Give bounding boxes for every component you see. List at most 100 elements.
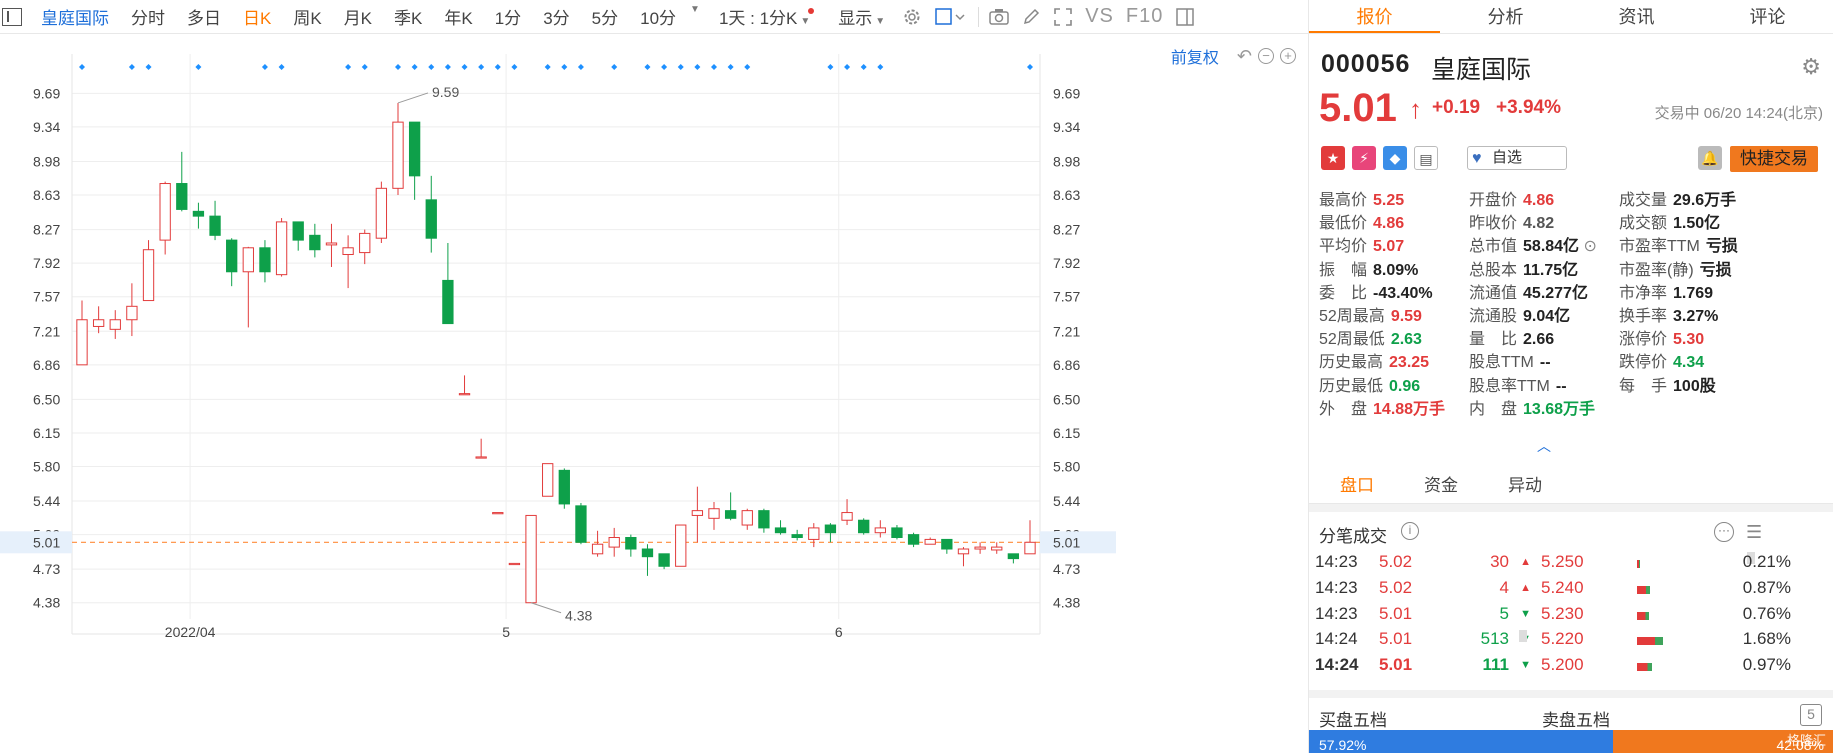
candle[interactable] [708,502,720,530]
adjust-mode-button[interactable]: 前复权 [1171,44,1219,68]
candle[interactable] [575,502,587,545]
more-icon[interactable]: ⊙ [1579,238,1597,255]
candle[interactable] [525,514,537,604]
candle[interactable] [176,151,188,212]
candle[interactable] [159,181,171,255]
tag-icon[interactable]: ◆ [1383,146,1407,170]
period-tab[interactable]: 年K [433,4,483,29]
event-marker[interactable] [544,64,551,70]
candle[interactable] [924,537,936,545]
candle[interactable] [442,242,454,325]
event-marker[interactable] [278,64,285,70]
candle[interactable] [758,508,770,533]
candle[interactable] [808,523,820,548]
quote-tab[interactable]: 报价 [1309,0,1440,33]
candle[interactable] [126,283,138,337]
event-marker[interactable] [677,64,684,70]
detail-tab[interactable]: 盘口 [1321,468,1393,503]
event-marker[interactable] [727,64,734,70]
candle[interactable] [109,310,121,339]
period-tab[interactable]: 分时 [120,4,176,29]
event-marker[interactable] [711,64,717,70]
f10-button[interactable]: F10 [1120,5,1169,28]
event-marker[interactable] [195,64,202,70]
candle[interactable] [691,486,704,543]
ratio-dropdown[interactable]: 1天 : 1分K ▼ [708,4,827,29]
event-marker[interactable] [345,64,352,70]
candle[interactable] [209,200,221,241]
candle[interactable] [142,240,155,302]
event-marker[interactable] [494,64,501,70]
event-marker[interactable] [444,64,451,70]
candle[interactable] [791,529,803,541]
candle[interactable] [508,562,521,566]
period-tab[interactable]: 1分 [484,4,532,29]
event-marker[interactable] [561,64,568,70]
display-dropdown[interactable]: 显示 ▼ [827,4,896,29]
event-marker[interactable] [411,64,418,70]
candle[interactable] [408,121,421,200]
candle[interactable] [425,175,437,253]
candle[interactable] [957,547,970,567]
event-marker[interactable] [860,64,867,70]
period-tab[interactable]: 月K [333,4,383,29]
event-marker[interactable] [644,64,651,70]
kline-chart[interactable]: 9.69 9.69 9.34 9.34 8.98 8.98 8.63 8.63 8.27 8.27… [0,34,1308,753]
period-tab[interactable]: 季K [383,4,433,29]
candle[interactable] [475,438,487,459]
bookmark-icon[interactable]: ▤ [1414,146,1438,170]
event-marker[interactable] [128,64,135,70]
candle[interactable] [242,246,254,328]
panel-toggle-icon[interactable] [1174,6,1196,28]
candle[interactable] [309,223,321,258]
candle[interactable] [991,542,1003,554]
five-levels-button[interactable]: 5 [1800,704,1822,726]
margin-trading-icon[interactable]: ⚡ [1352,146,1376,170]
candle[interactable] [76,300,88,366]
candle[interactable] [92,306,105,334]
candle[interactable] [492,512,504,515]
add-favorite-button[interactable]: ♥ 自选 [1467,146,1567,170]
candle[interactable] [275,218,288,277]
more-icon[interactable]: ··· [1714,522,1734,542]
candle[interactable] [625,534,637,557]
info-icon[interactable]: i [1401,522,1419,540]
event-marker[interactable] [611,64,618,70]
fullscreen-icon[interactable] [1052,6,1074,28]
candle[interactable] [226,238,238,287]
candle[interactable] [858,518,870,535]
candle[interactable] [675,524,687,567]
event-marker[interactable] [428,64,435,70]
candle[interactable] [292,221,304,251]
event-marker[interactable] [827,64,834,70]
candle[interactable] [608,527,620,557]
candle[interactable] [824,523,837,543]
scrollbar[interactable] [1519,630,1527,642]
candle[interactable] [1007,553,1020,564]
undo-icon[interactable]: ↶ [1237,46,1252,67]
event-marker[interactable] [661,64,668,70]
vs-button[interactable]: VS [1079,5,1120,28]
event-marker[interactable] [511,64,518,70]
candle[interactable] [375,181,388,243]
quote-tab[interactable]: 评论 [1702,0,1833,33]
candle[interactable] [458,375,471,396]
bell-icon[interactable]: 🔔 [1698,146,1722,170]
candle[interactable] [1024,520,1036,555]
list-icon[interactable]: ☰ [1746,522,1762,543]
detail-tab[interactable]: 异动 [1489,468,1561,503]
event-marker[interactable] [461,64,468,70]
event-marker[interactable] [261,64,268,70]
period-tab[interactable]: 皇庭国际 [30,4,120,29]
candle[interactable] [774,520,787,535]
period-tab[interactable]: 3分 [532,4,580,29]
candle[interactable] [342,235,354,289]
event-marker[interactable] [577,64,584,70]
candle[interactable] [891,525,903,540]
quote-tab[interactable]: 资讯 [1571,0,1702,33]
detail-tab[interactable]: 资金 [1405,468,1477,503]
pencil-icon[interactable] [1020,6,1042,28]
camera-icon[interactable] [988,6,1010,28]
event-marker[interactable] [145,64,152,70]
period-tab[interactable]: 日K [232,4,282,29]
